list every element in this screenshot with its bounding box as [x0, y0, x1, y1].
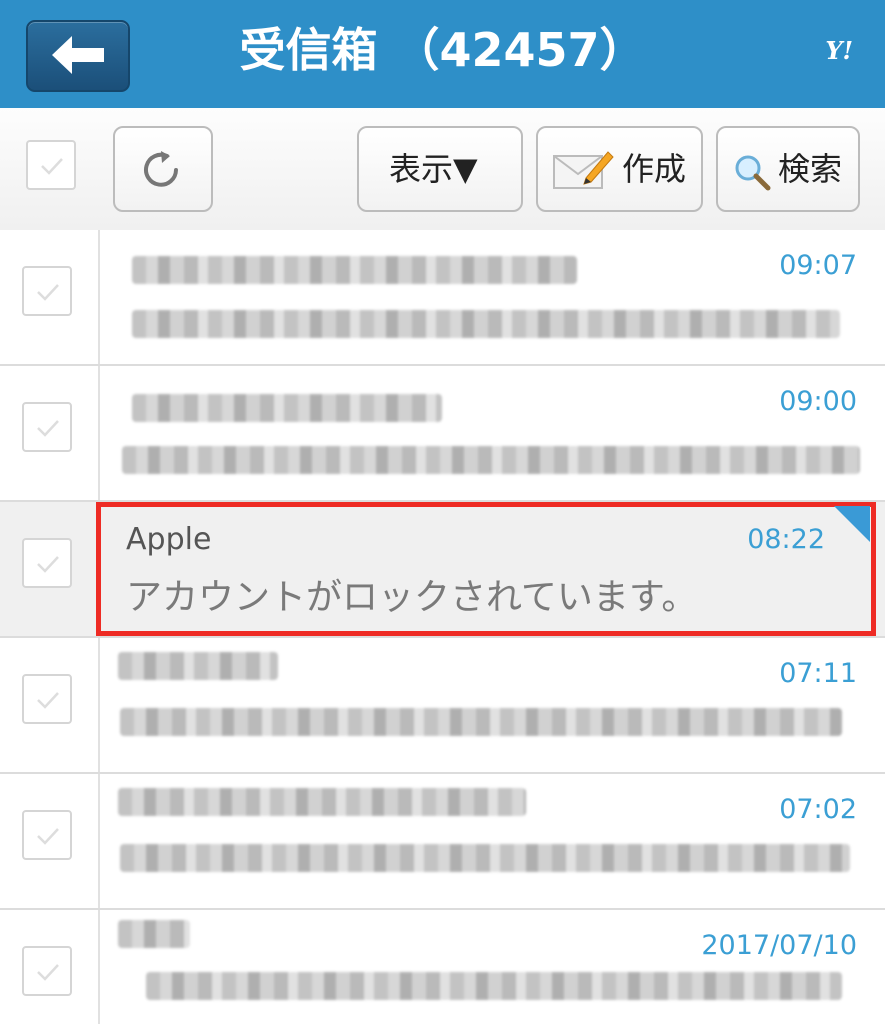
redacted-subject: [132, 310, 840, 338]
toolbar: 表示▼ 作成 検索: [0, 108, 885, 232]
search-button[interactable]: 検索: [716, 126, 860, 212]
message-subject: アカウントがロックされています。: [126, 577, 698, 618]
redacted-sender: [118, 920, 190, 948]
message-checkbox[interactable]: [22, 402, 72, 452]
message-checkbox[interactable]: [22, 946, 72, 996]
redacted-sender: [118, 652, 278, 680]
check-icon: [37, 964, 59, 981]
redacted-subject: [120, 844, 850, 872]
row-divider: [98, 230, 100, 364]
message-checkbox[interactable]: [22, 810, 72, 860]
search-button-label: 検索: [778, 150, 843, 188]
page-title: 受信箱 （42457）: [239, 23, 646, 77]
message-time: 09:07: [779, 250, 857, 281]
message-row[interactable]: 07:02: [0, 774, 885, 910]
refresh-button[interactable]: [113, 126, 213, 212]
message-checkbox[interactable]: [22, 538, 72, 588]
check-icon: [41, 158, 63, 175]
envelope-pencil-icon: [553, 151, 614, 189]
display-button-label: 表示▼: [389, 150, 478, 188]
check-icon: [37, 284, 59, 301]
message-checkbox[interactable]: [22, 674, 72, 724]
yahoo-logo[interactable]: Y!: [825, 36, 853, 65]
message-checkbox[interactable]: [22, 266, 72, 316]
message-row[interactable]: 07:11: [0, 638, 885, 774]
refresh-icon: [144, 151, 178, 187]
row-divider: [98, 366, 100, 500]
unread-corner-marker: [834, 506, 870, 542]
check-icon: [37, 828, 59, 845]
app-header: 受信箱 （42457） Y!: [0, 0, 885, 108]
message-row[interactable]: 2017/07/10: [0, 910, 885, 1024]
select-all-checkbox[interactable]: [26, 140, 76, 190]
compose-button[interactable]: 作成: [536, 126, 703, 212]
redacted-sender: [132, 256, 577, 284]
redacted-subject: [120, 708, 842, 736]
message-time: 09:00: [779, 386, 857, 417]
message-time: 07:11: [779, 658, 857, 689]
message-sender: Apple: [126, 522, 212, 557]
redacted-subject: [146, 972, 842, 1000]
row-divider: [98, 638, 100, 772]
message-time: 2017/07/10: [701, 930, 857, 961]
check-icon: [37, 420, 59, 437]
message-row[interactable]: 09:00: [0, 366, 885, 502]
row-divider: [98, 910, 100, 1024]
magnifier-icon: [735, 155, 771, 191]
message-time: 08:22: [747, 524, 825, 555]
redacted-sender: [132, 394, 442, 422]
message-row[interactable]: 09:07: [0, 230, 885, 366]
message-time: 07:02: [779, 794, 857, 825]
check-icon: [37, 692, 59, 709]
compose-button-label: 作成: [622, 150, 687, 188]
display-button[interactable]: 表示▼: [357, 126, 523, 212]
row-divider: [98, 774, 100, 908]
redacted-subject: [122, 446, 860, 474]
check-icon: [37, 556, 59, 573]
redacted-sender: [118, 788, 526, 816]
